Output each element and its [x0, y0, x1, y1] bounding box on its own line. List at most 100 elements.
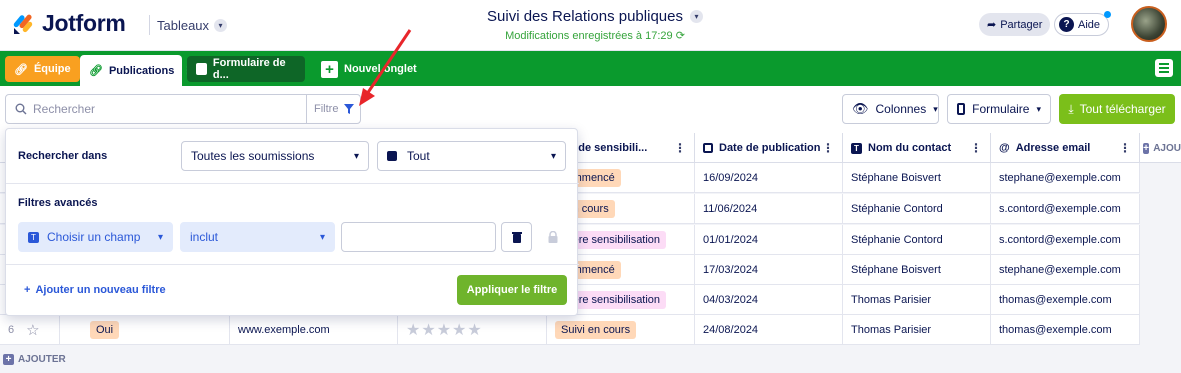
star-icon[interactable]: ★	[406, 320, 421, 340]
column-title: Adresse email	[1015, 142, 1091, 154]
jotform-logo[interactable]: Jotform	[12, 10, 126, 37]
operator-select[interactable]: inclut ▾	[180, 222, 335, 252]
search-input[interactable]: Rechercher	[5, 94, 307, 124]
contact-cell[interactable]: Stéphane Boisvert	[843, 255, 991, 285]
add-filter-button[interactable]: + Ajouter un nouveau filtre	[24, 284, 166, 296]
apply-filter-button[interactable]: Appliquer le filtre	[457, 275, 567, 305]
status-cell[interactable]: Suivi en cours	[547, 315, 695, 345]
add-column-button[interactable]: + AJOU	[1140, 133, 1181, 163]
form-icon	[196, 63, 207, 75]
date-scope-value: Tout	[407, 149, 430, 163]
filter-button[interactable]: Filtre	[306, 94, 361, 124]
tab-bar: 🔗︎ Équipe 🔗︎ Publications ⋮ Formulaire d…	[0, 51, 1181, 86]
operator-select-value: inclut	[190, 230, 219, 244]
email-cell[interactable]: thomas@exemple.com	[991, 315, 1140, 345]
help-button[interactable]: ? Aide	[1054, 11, 1112, 36]
star-icon[interactable]: ★	[421, 320, 436, 340]
rating-cell[interactable]: ★ ★ ★ ★ ★	[398, 315, 547, 345]
row-number-cell[interactable]: 6 ☆	[0, 315, 60, 345]
form-label: Formulaire	[972, 102, 1030, 116]
delete-filter-button[interactable]	[501, 222, 532, 252]
menu-icon[interactable]	[1155, 59, 1173, 77]
submissions-select[interactable]: Toutes les soumissions ▾	[181, 141, 369, 171]
website-cell[interactable]: www.exemple.com	[230, 315, 398, 345]
email-value: thomas@exemple.com	[999, 324, 1112, 336]
avatar[interactable]	[1131, 6, 1167, 42]
page-title[interactable]: Suivi des Relations publiques ▾	[487, 8, 703, 25]
trash-icon	[511, 232, 522, 243]
date-cell[interactable]: 16/09/2024	[695, 163, 843, 193]
table-row[interactable]: 6 ☆ Oui www.exemple.com ★ ★ ★ ★ ★ Suivi en c…	[0, 315, 1140, 345]
divider	[6, 183, 579, 184]
star-icon[interactable]: ★	[437, 320, 452, 340]
add-row-button[interactable]: + AJOUTER	[3, 354, 66, 365]
calendar-icon	[703, 143, 713, 153]
star-icon[interactable]: ★	[452, 320, 467, 340]
email-cell[interactable]: thomas@exemple.com	[991, 285, 1140, 315]
status-badge: Suivi en cours	[555, 321, 637, 339]
columns-button[interactable]: 👁︎ Colonnes ▾	[842, 94, 939, 124]
date-cell[interactable]: 11/06/2024	[695, 194, 843, 224]
lock-filter-button[interactable]	[537, 222, 568, 252]
link-icon: 🔗︎	[89, 65, 103, 77]
date-scope-select[interactable]: Tout ▾	[377, 141, 566, 171]
filter-panel: Rechercher dans Toutes les soumissions ▾…	[5, 128, 579, 316]
date-cell[interactable]: 24/08/2024	[695, 315, 843, 345]
column-menu-icon[interactable]: ⋮	[1119, 142, 1131, 154]
chevron-down-icon: ▾	[214, 18, 228, 32]
contact-value: Thomas Parisier	[851, 324, 932, 336]
email-cell[interactable]: s.contord@exemple.com	[991, 225, 1140, 255]
download-all-button[interactable]: ⤓ Tout télécharger	[1059, 94, 1175, 124]
email-value: s.contord@exemple.com	[999, 203, 1121, 215]
share-label: Partager	[1000, 18, 1043, 31]
star-outline-icon[interactable]: ☆	[26, 321, 39, 339]
column-title: Date de publication	[719, 142, 821, 154]
column-menu-icon[interactable]: ⋮	[970, 142, 982, 154]
contact-cell[interactable]: Stéphane Boisvert	[843, 163, 991, 193]
download-label: Tout télécharger	[1079, 102, 1166, 116]
tables-dropdown[interactable]: Tableaux ▾	[149, 15, 228, 35]
email-cell[interactable]: s.contord@exemple.com	[991, 194, 1140, 224]
chevron-down-icon: ▾	[1036, 103, 1041, 114]
filter-value-input[interactable]	[341, 222, 496, 252]
website-value: www.exemple.com	[238, 324, 330, 336]
link-icon: 🔗︎	[14, 63, 28, 76]
contact-cell[interactable]: Thomas Parisier	[843, 285, 991, 315]
tab-publications[interactable]: 🔗︎ Publications ⋮	[80, 55, 193, 86]
column-menu-icon[interactable]: ⋮	[822, 142, 834, 154]
date-cell[interactable]: 01/01/2024	[695, 225, 843, 255]
plus-icon: +	[321, 60, 338, 78]
top-bar: Jotform Tableaux ▾ Suivi des Relations p…	[0, 0, 1181, 51]
column-header-contact[interactable]: T Nom du contact ⋮	[843, 133, 991, 163]
contact-cell[interactable]: Stéphanie Contord	[843, 194, 991, 224]
email-cell[interactable]: stephane@exemple.com	[991, 163, 1140, 193]
date-cell[interactable]: 04/03/2024	[695, 285, 843, 315]
eye-icon: 👁︎	[852, 101, 869, 116]
email-value: stephane@exemple.com	[999, 264, 1121, 276]
search-in-label: Rechercher dans	[18, 150, 108, 162]
form-button[interactable]: Formulaire ▾	[947, 94, 1051, 124]
columns-label: Colonnes	[875, 102, 927, 116]
tab-label: Publications	[108, 64, 175, 77]
add-filter-label: Ajouter un nouveau filtre	[35, 284, 166, 296]
contact-cell[interactable]: Thomas Parisier	[843, 315, 991, 345]
refresh-icon: ⟳	[675, 30, 685, 42]
contact-cell[interactable]: Stéphanie Contord	[843, 225, 991, 255]
star-icon[interactable]: ★	[467, 320, 482, 340]
field-select[interactable]: T Choisir un champ ▾	[18, 222, 173, 252]
date-cell[interactable]: 17/03/2024	[695, 255, 843, 285]
email-cell[interactable]: stephane@exemple.com	[991, 255, 1140, 285]
share-button[interactable]: ➦ Partager	[979, 13, 1051, 36]
column-header-email[interactable]: @ Adresse email ⋮	[991, 133, 1140, 163]
text-field-icon: T	[28, 231, 39, 243]
row-number: 6	[8, 324, 15, 336]
date-value: 16/09/2024	[703, 172, 759, 184]
email-value: s.contord@exemple.com	[999, 234, 1121, 246]
contact-value: Stéphane Boisvert	[851, 172, 941, 184]
column-header-date[interactable]: Date de publication ⋮	[695, 133, 843, 163]
chevron-down-icon: ▾	[157, 232, 163, 243]
column-menu-icon[interactable]: ⋮	[674, 142, 686, 154]
tab-formulaire[interactable]: Formulaire de d...	[187, 56, 305, 82]
answer-cell[interactable]: Oui	[82, 315, 230, 345]
tab-equipe[interactable]: 🔗︎ Équipe	[5, 56, 80, 82]
